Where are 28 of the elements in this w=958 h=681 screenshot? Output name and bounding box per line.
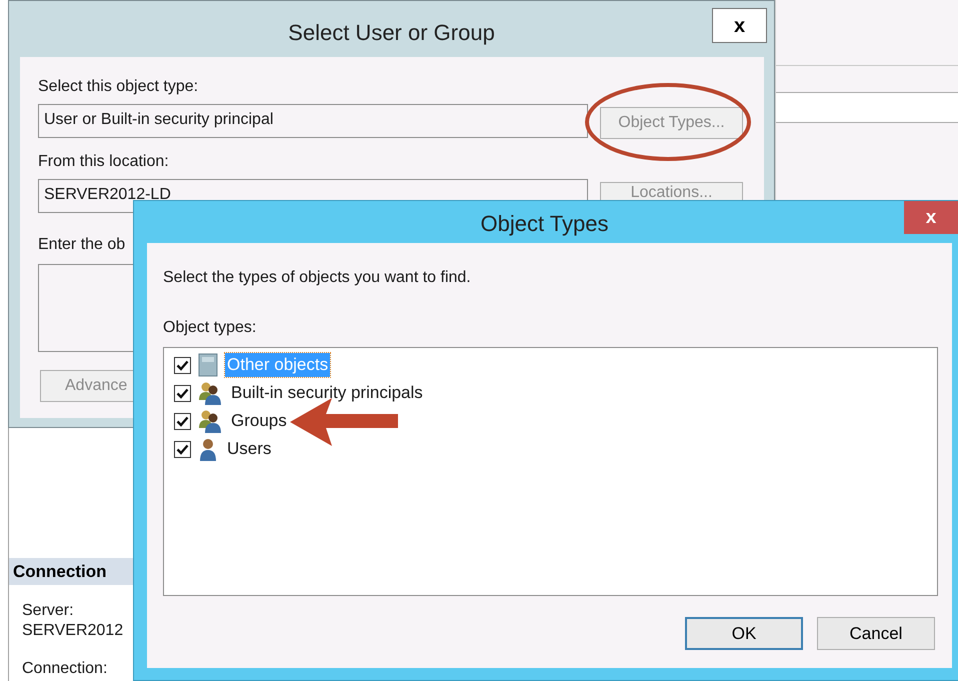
close-button[interactable]: x: [904, 201, 958, 234]
prompt-text: Select the types of objects you want to find.: [163, 269, 471, 287]
panel-icon: [198, 353, 218, 377]
person-icon: [198, 437, 218, 461]
people-icon: [198, 381, 222, 405]
list-label: Object types:: [163, 319, 256, 337]
object-type-list[interactable]: Other objects Built-in security principals Groups Users: [163, 347, 938, 596]
button[interactable]: OK: [685, 617, 803, 650]
checkbox[interactable]: [174, 412, 191, 430]
list-item[interactable]: Groups: [229, 409, 289, 433]
text-field[interactable]: User or Built-in security principal: [38, 104, 588, 138]
info-text: SERVER2012: [22, 621, 124, 641]
field-label: From this location:: [38, 153, 169, 171]
info-text: Connection:: [22, 659, 108, 679]
people-icon: [198, 409, 222, 433]
checkbox[interactable]: [174, 384, 191, 402]
checkbox[interactable]: [174, 356, 191, 374]
window-title: Select User or Group: [288, 19, 495, 47]
list-item[interactable]: Built-in security principals: [229, 381, 425, 405]
list-item[interactable]: Users: [225, 437, 274, 461]
button[interactable]: Cancel: [817, 617, 935, 650]
checkbox[interactable]: [174, 440, 191, 458]
close-button[interactable]: x: [712, 8, 767, 43]
field-label: Select this object type:: [38, 78, 198, 96]
field-label: Enter the ob: [38, 236, 126, 254]
info-text: Server:: [22, 601, 75, 621]
input-field[interactable]: [776, 92, 958, 123]
section-header: Connection: [9, 558, 133, 585]
